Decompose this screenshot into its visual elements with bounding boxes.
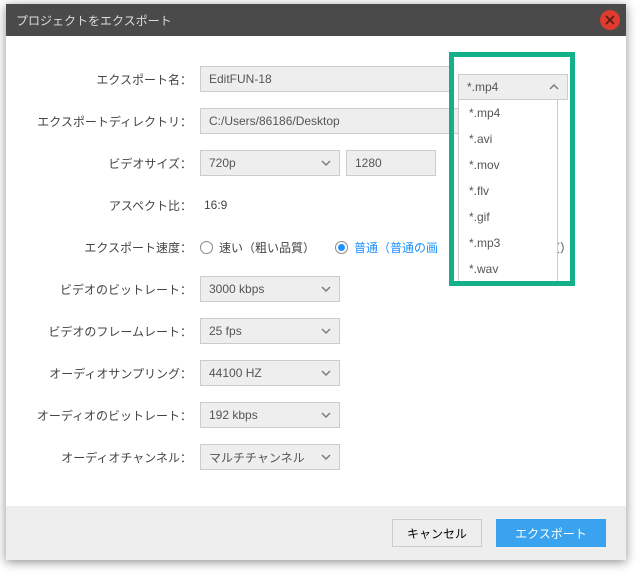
radio-normal-label-a: 普通（普通の画 (354, 239, 438, 256)
format-option[interactable]: *.wav (459, 256, 557, 282)
dialog-footer: キャンセル エクスポート (6, 506, 626, 560)
format-option[interactable]: *.flv (459, 178, 557, 204)
audio-bitrate-select[interactable]: 192 kbps (200, 402, 340, 428)
chevron-down-icon (321, 326, 331, 336)
label-v-bitrate: ビデオのビットレート： (20, 281, 200, 298)
label-a-sampling: オーディオサンプリング： (20, 365, 200, 382)
chevron-down-icon (321, 410, 331, 420)
export-dialog: プロジェクトをエクスポート エクスポート名： EditFUN-18 エクスポート… (6, 4, 626, 560)
format-selected: *.mp4 (467, 80, 498, 94)
export-name-input[interactable]: EditFUN-18 (200, 66, 452, 92)
export-button[interactable]: エクスポート (496, 519, 606, 547)
label-video-size: ビデオサイズ： (20, 155, 200, 172)
close-button[interactable] (600, 10, 620, 30)
audio-sampling-select[interactable]: 44100 HZ (200, 360, 340, 386)
titlebar: プロジェクトをエクスポート (6, 4, 626, 36)
video-bitrate-select[interactable]: 3000 kbps (200, 276, 340, 302)
radio-fast-label: 速い（粗い品質） (219, 239, 315, 256)
label-v-framerate: ビデオのフレームレート： (20, 323, 200, 340)
label-a-bitrate: オーディオのビットレート： (20, 407, 200, 424)
format-option[interactable]: *.mp3 (459, 230, 557, 256)
video-width-input[interactable]: 1280 (346, 150, 436, 176)
chevron-down-icon (321, 452, 331, 462)
video-size-select[interactable]: 720p (200, 150, 340, 176)
label-speed: エクスポート速度： (20, 239, 200, 256)
chevron-up-icon (549, 82, 559, 92)
format-option[interactable]: *.mp4 (459, 100, 557, 126)
window-title: プロジェクトをエクスポート (16, 12, 172, 29)
close-icon (605, 15, 615, 25)
format-option[interactable]: *.gif (459, 204, 557, 230)
chevron-down-icon (321, 284, 331, 294)
chevron-down-icon (321, 158, 331, 168)
label-a-channel: オーディオチャンネル： (20, 449, 200, 466)
video-framerate-select[interactable]: 25 fps (200, 318, 340, 344)
radio-fast[interactable] (200, 241, 213, 254)
label-export-dir: エクスポートディレクトリ： (20, 113, 200, 130)
audio-channel-select[interactable]: マルチチャンネル (200, 444, 340, 470)
aspect-value: 16:9 (200, 198, 227, 212)
format-select-wrap: *.mp4 *.mp4*.avi*.mov*.flv*.gif*.mp3*.wa… (458, 74, 568, 100)
label-export-name: エクスポート名： (20, 71, 200, 88)
format-select[interactable]: *.mp4 (458, 74, 568, 100)
cancel-button[interactable]: キャンセル (392, 519, 482, 547)
format-option[interactable]: *.avi (459, 126, 557, 152)
format-dropdown-list: *.mp4*.avi*.mov*.flv*.gif*.mp3*.wav (458, 100, 558, 283)
chevron-down-icon (321, 368, 331, 378)
radio-normal[interactable] (335, 241, 348, 254)
format-option[interactable]: *.mov (459, 152, 557, 178)
label-aspect: アスペクト比： (20, 197, 200, 214)
